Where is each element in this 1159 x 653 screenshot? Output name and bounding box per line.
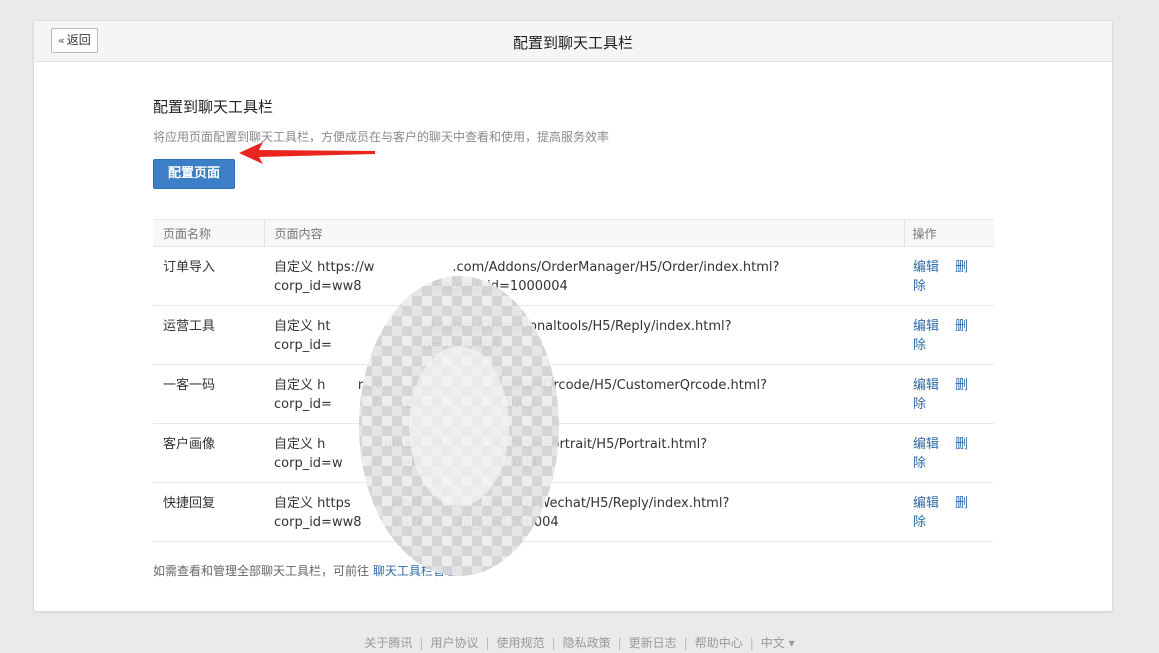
page-content-line: 自定义 h rk.v com/A /CustomerQrcode/H5/Cust…	[274, 378, 768, 393]
page-name: 快捷回复	[153, 482, 264, 542]
footer-separator: |	[683, 636, 688, 650]
table-row: 客户画像 自定义 h hina.com/A /CustomerPortrait/…	[153, 423, 994, 483]
card-header: « 返回 配置到聊天工具栏	[34, 21, 1112, 62]
footer-separator: |	[551, 636, 556, 650]
config-page-button[interactable]: 配置页面	[153, 159, 235, 189]
column-header-name: 页面名称	[153, 219, 264, 247]
footer-separator: |	[419, 636, 424, 650]
page-name: 客户画像	[153, 423, 264, 483]
footer-link-rules[interactable]: 使用规范	[497, 636, 545, 650]
page-content: 自定义 ht Addons/Operationaltools/H5/Reply/…	[264, 305, 904, 365]
edit-link[interactable]: 编辑	[913, 496, 939, 511]
edit-link[interactable]: 编辑	[913, 378, 939, 393]
table-row: 运营工具 自定义 ht Addons/Operationaltools/H5/R…	[153, 305, 994, 365]
page-content-line: corp_id= d=1000004	[274, 338, 500, 353]
footer-link-about[interactable]: 关于腾讯	[364, 636, 412, 650]
column-header-content: 页面内容	[263, 219, 904, 247]
page-content-line: corp_id=w a efab&a =1000004	[274, 456, 538, 471]
page-content: 自定义 https://w .com/Addons/OrderManager/H…	[264, 246, 904, 306]
column-header-actions: 操作	[903, 219, 994, 247]
table-row: 订单导入 自定义 https://w .com/Addons/OrderMana…	[153, 246, 994, 306]
footer-link-help[interactable]: 帮助中心	[695, 636, 743, 650]
row-actions: 编辑 删除	[904, 246, 994, 306]
content-area: 配置到聊天工具栏 将应用页面配置到聊天工具栏，方便成员在与客户的聊天中查看和使用…	[153, 62, 995, 579]
page-content: 自定义 h rk.v com/A /CustomerQrcode/H5/Cust…	[264, 364, 904, 424]
row-actions: 编辑 删除	[904, 364, 994, 424]
table-row: 一客一码 自定义 h rk.v com/A /CustomerQrcode/H5…	[153, 364, 994, 424]
row-actions: 编辑 删除	[904, 482, 994, 542]
page-content-line: 自定义 https://w .com/Addons/OrderManager/H…	[274, 260, 780, 275]
footer-note-text: 如需查看和管理全部聊天工具栏，可前往	[153, 564, 370, 578]
page-title: 配置到聊天工具栏	[512, 34, 633, 52]
edit-link[interactable]: 编辑	[913, 260, 939, 275]
page-content-line: 自定义 h hina.com/A /CustomerPortrait/H5/Po…	[274, 437, 708, 452]
main-card: « 返回 配置到聊天工具栏 配置到聊天工具栏 将应用页面配置到聊天工具栏，方便成…	[33, 20, 1113, 612]
page-content-line: 自定义 ht Addons/Operationaltools/H5/Reply/…	[274, 319, 732, 334]
footer-link-changelog[interactable]: 更新日志	[629, 636, 677, 650]
toolbar-management-link[interactable]: 聊天工具栏管理	[373, 564, 457, 578]
footer-link-agreement[interactable]: 用户协议	[430, 636, 478, 650]
page-name: 运营工具	[153, 305, 264, 365]
footer-separator: |	[617, 636, 622, 650]
edit-link[interactable]: 编辑	[913, 319, 939, 334]
footer-note: 如需查看和管理全部聊天工具栏，可前往 聊天工具栏管理	[153, 562, 995, 579]
toolbar-pages-table: 页面名称 页面内容 操作 订单导入 自定义 https://w .com/Add…	[153, 219, 994, 542]
language-selector[interactable]: 中文 ▾	[761, 636, 795, 650]
page-content-line: 自定义 https ymchina.co dons/QyWechat/H5/Re…	[274, 496, 730, 511]
footer-separator: |	[485, 636, 490, 650]
page-content-line: corp_id= 7 ab&ag =1000004	[274, 397, 537, 412]
table-row: 快捷回复 自定义 https ymchina.co dons/QyWechat/…	[153, 482, 994, 542]
page-name: 一客一码	[153, 364, 264, 424]
row-actions: 编辑 删除	[904, 423, 994, 483]
footer-links: 关于腾讯 | 用户协议 | 使用规范 | 隐私政策 | 更新日志 | 帮助中心 | 中文 ▾	[0, 634, 1159, 651]
page-content: 自定义 https ymchina.co dons/QyWechat/H5/Re…	[264, 482, 904, 542]
page-content: 自定义 h hina.com/A /CustomerPortrait/H5/Po…	[264, 423, 904, 483]
page-name: 订单导入	[153, 246, 264, 306]
page-content-line: corp_id=ww8 &agent_id=1000004	[274, 279, 568, 294]
section-title: 配置到聊天工具栏	[153, 98, 274, 116]
footer-link-privacy[interactable]: 隐私政策	[563, 636, 611, 650]
red-arrow-annotation	[239, 142, 375, 164]
footer-separator: |	[749, 636, 754, 650]
edit-link[interactable]: 编辑	[913, 437, 939, 452]
table-header-row: 页面名称 页面内容 操作	[153, 219, 994, 247]
page-content-line: corp_id=ww8 c47e nt_id=1000004	[274, 515, 559, 530]
row-actions: 编辑 删除	[904, 305, 994, 365]
